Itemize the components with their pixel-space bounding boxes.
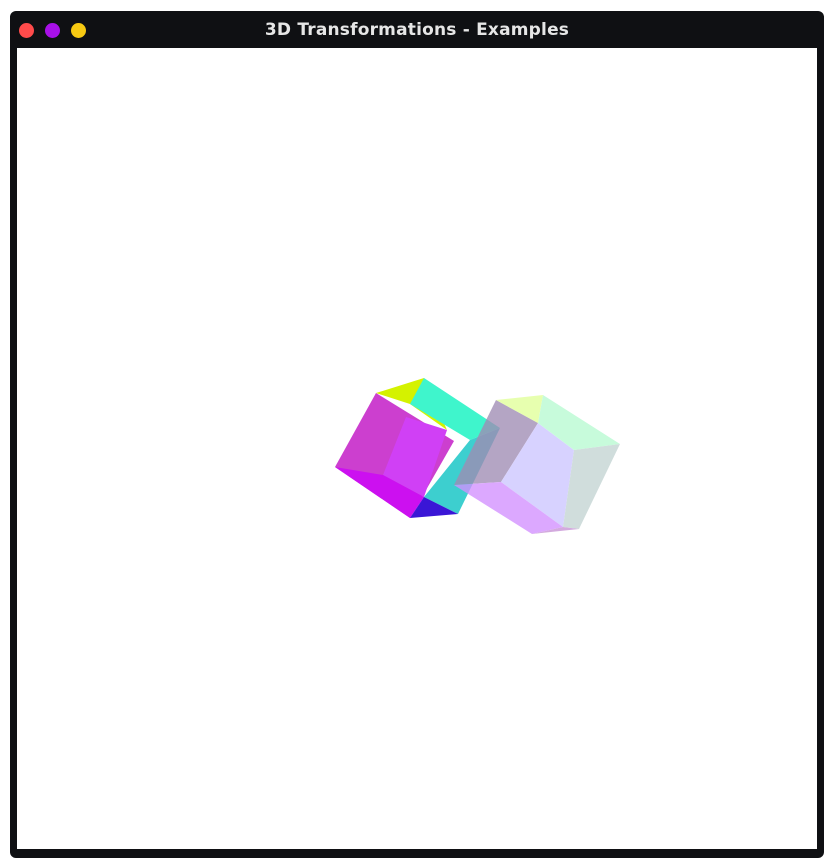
render-canvas[interactable] [17, 48, 817, 849]
scene-viewport [335, 378, 620, 534]
app-window: 3D Transformations - Examples [10, 11, 824, 858]
title-bar[interactable]: 3D Transformations - Examples [10, 11, 824, 48]
window-title: 3D Transformations - Examples [264, 20, 570, 40]
